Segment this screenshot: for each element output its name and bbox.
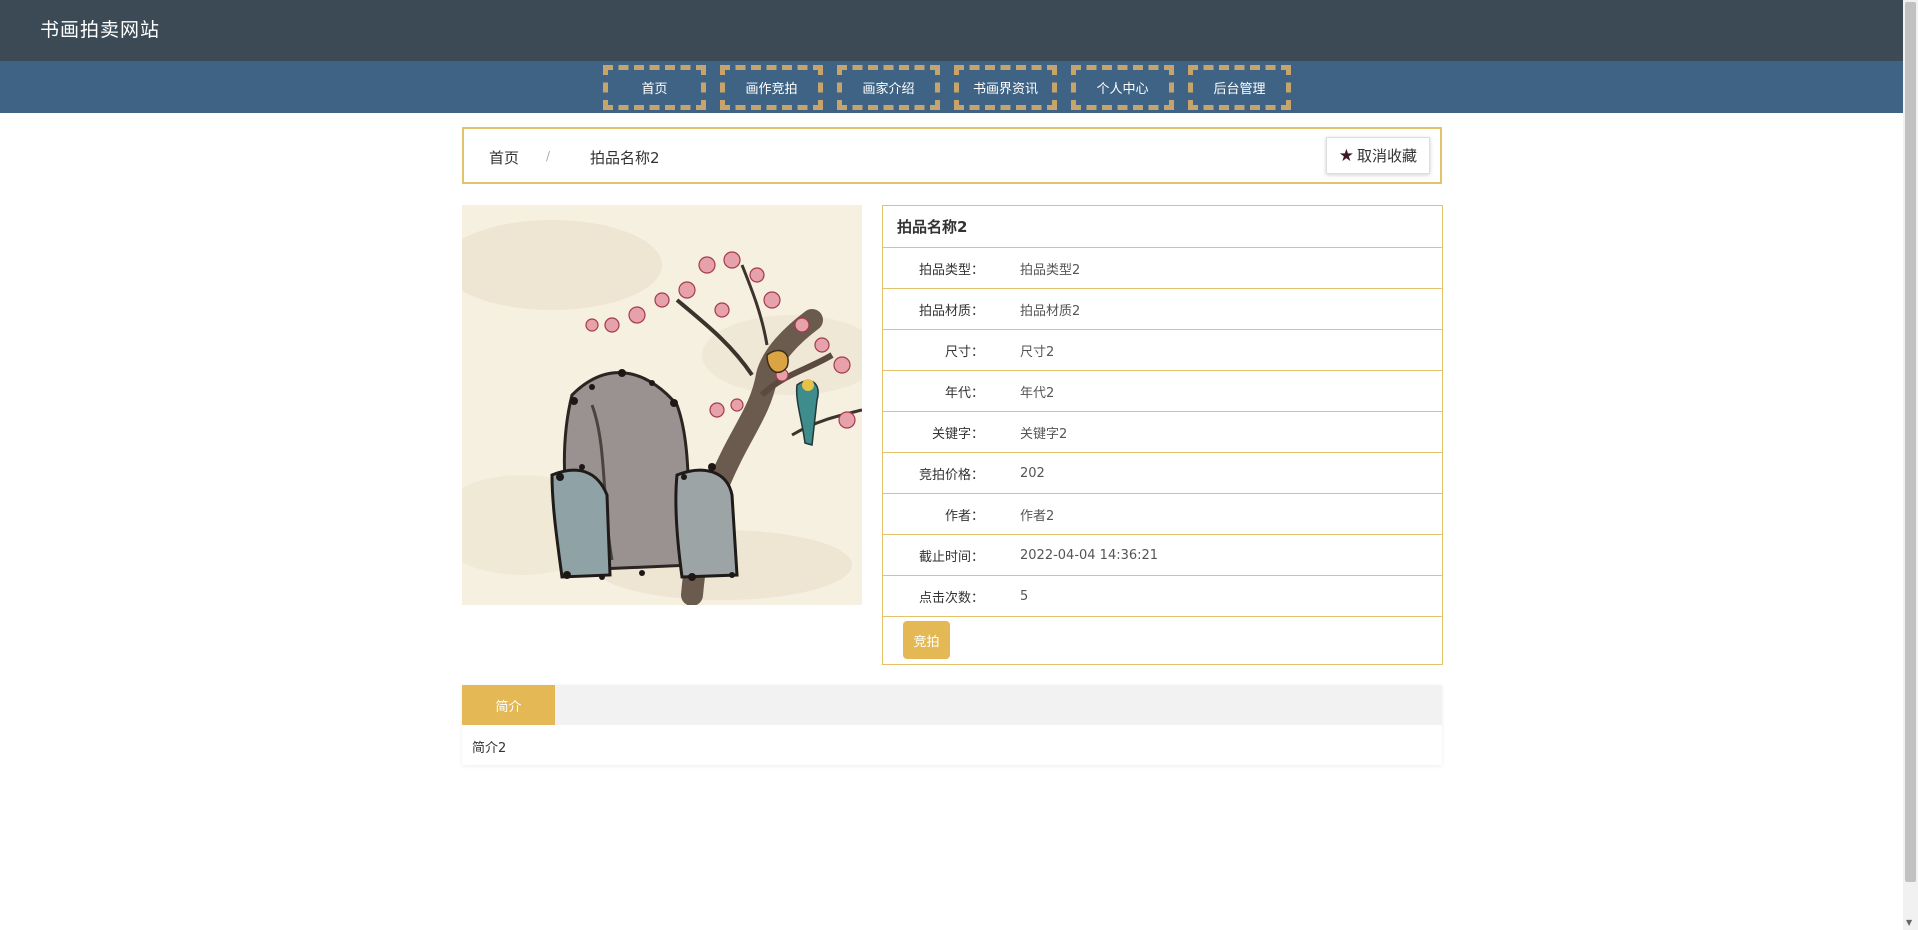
detail-row-size: 尺寸： 尺寸2 (883, 330, 1442, 371)
breadcrumb-separator: / (546, 149, 551, 163)
scroll-down-arrow-icon[interactable]: ▼ (1906, 918, 1912, 927)
breadcrumb-home-link[interactable]: 首页 (489, 147, 519, 168)
tab-intro[interactable]: 简介 (462, 685, 555, 725)
nav-item-admin[interactable]: 后台管理 (1188, 65, 1291, 110)
detail-row-era: 年代： 年代2 (883, 371, 1442, 412)
scrollbar-thumb[interactable] (1905, 2, 1916, 882)
detail-value: 2022-04-04 14:36:21 (1020, 547, 1159, 563)
detail-value: 关键字2 (1020, 426, 1068, 442)
top-header: 书画拍卖网站 (0, 0, 1903, 61)
vertical-scrollbar[interactable]: ▲ ▼ (1903, 0, 1918, 930)
detail-row-deadline: 截止时间： 2022-04-04 14:36:21 (883, 535, 1442, 576)
nav-item-art-news[interactable]: 书画界资讯 (954, 65, 1057, 110)
detail-value: 年代2 (1020, 385, 1055, 401)
nav-items: 首页 画作竞拍 画家介绍 书画界资讯 个人中心 后台管理 (603, 65, 1291, 110)
detail-row-keyword: 关键字： 关键字2 (883, 412, 1442, 453)
artwork-detail-table: 拍品名称2 拍品类型： 拍品类型2 拍品材质： 拍品材质2 尺寸： 尺寸2 年代… (882, 205, 1443, 665)
site-title: 书画拍卖网站 (40, 19, 161, 41)
tab-header: 简介 (462, 685, 1442, 725)
detail-label: 截止时间： (918, 549, 984, 565)
artwork-image (462, 205, 862, 605)
page: 书画拍卖网站 首页 画作竞拍 画家介绍 书画界资讯 个人中心 后台管理 首页 /… (0, 0, 1918, 930)
detail-value: 尺寸2 (1020, 344, 1055, 360)
detail-label: 拍品类型： (918, 262, 984, 278)
detail-label: 点击次数： (918, 590, 984, 606)
intro-content: 简介2 (472, 741, 507, 756)
detail-value: 拍品类型2 (1020, 262, 1081, 278)
nav-item-home[interactable]: 首页 (603, 65, 706, 110)
star-icon: ★ (1338, 145, 1354, 166)
detail-value: 拍品材质2 (1020, 303, 1081, 319)
unfavorite-label: 取消收藏 (1356, 147, 1417, 165)
detail-row-material: 拍品材质： 拍品材质2 (883, 289, 1442, 330)
detail-row-author: 作者： 作者2 (883, 494, 1442, 535)
main-navbar: 首页 画作竞拍 画家介绍 书画界资讯 个人中心 后台管理 (0, 61, 1903, 113)
detail-row-type: 拍品类型： 拍品类型2 (883, 248, 1442, 289)
detail-label: 年代： (944, 385, 984, 401)
bid-button[interactable]: 竞拍 (903, 621, 950, 659)
detail-value: 作者2 (1020, 508, 1055, 524)
detail-row-clicks: 点击次数： 5 (883, 576, 1442, 617)
detail-value: 202 (1020, 465, 1045, 481)
intro-tabs-panel: 简介 简介2 (462, 685, 1442, 765)
detail-label: 作者： (944, 508, 984, 524)
breadcrumb-current: 拍品名称2 (590, 149, 660, 167)
artwork-title: 拍品名称2 (883, 206, 1442, 248)
plum-blossom-painting (462, 205, 862, 605)
breadcrumb: 首页 / 拍品名称2 ★ 取消收藏 (462, 127, 1442, 184)
detail-label: 竞拍价格： (918, 467, 984, 483)
nav-item-artist-intro[interactable]: 画家介绍 (837, 65, 940, 110)
detail-value: 5 (1020, 588, 1029, 604)
detail-label: 关键字： (931, 426, 984, 442)
detail-row-price: 竞拍价格： 202 (883, 453, 1442, 494)
detail-label: 尺寸： (944, 344, 984, 360)
nav-item-painting-auction[interactable]: 画作竞拍 (720, 65, 823, 110)
detail-actions: 竞拍 (883, 617, 1442, 663)
detail-label: 拍品材质： (918, 303, 984, 319)
nav-item-personal-center[interactable]: 个人中心 (1071, 65, 1174, 110)
unfavorite-button[interactable]: ★ 取消收藏 (1325, 137, 1430, 174)
